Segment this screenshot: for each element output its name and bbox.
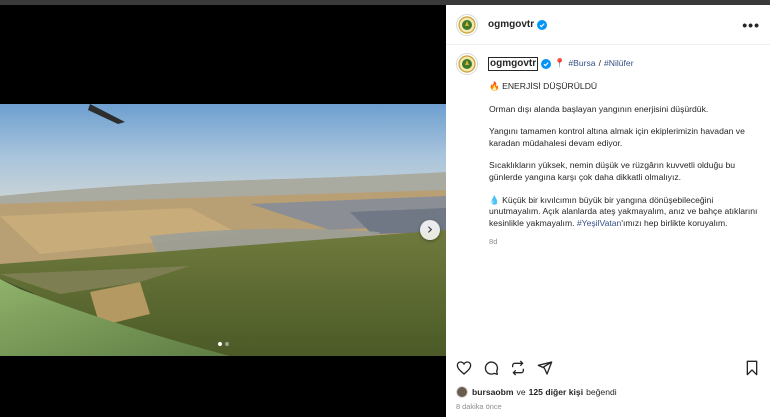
likes-count-link[interactable]: 125 diğer kişi bbox=[529, 387, 583, 397]
leaf-emoji-icon: 💧 bbox=[489, 194, 500, 205]
likes-suffix: beğendi bbox=[586, 387, 617, 397]
caption-header: ogmgovtr 📍 #Bursa / #Nilüfer bbox=[456, 53, 760, 75]
bookmark-icon[interactable] bbox=[744, 360, 760, 376]
carousel-dot bbox=[224, 342, 229, 346]
carousel-dots bbox=[0, 342, 446, 346]
repost-icon[interactable] bbox=[510, 360, 526, 376]
carousel-dot-active bbox=[217, 342, 222, 346]
likes-joiner: ve bbox=[516, 387, 526, 397]
profile-avatar[interactable] bbox=[456, 13, 478, 36]
verified-badge-icon bbox=[541, 59, 552, 69]
ogm-logo-icon bbox=[458, 15, 476, 34]
comment-icon[interactable] bbox=[483, 360, 499, 376]
likes-summary: bursaobm ve 125 diğer kişi beğendi bbox=[456, 386, 620, 398]
caption-username[interactable]: ogmgovtr bbox=[488, 57, 539, 71]
location-separator: / bbox=[598, 58, 601, 69]
caption-avatar[interactable] bbox=[456, 53, 478, 75]
pin-emoji-icon: 📍 bbox=[554, 58, 566, 69]
post-side-panel: ogmgovtr ••• ogmgovtr 📍 #Bursa / #Nilüfe… bbox=[446, 5, 770, 417]
caption-title-text: ENERJİSİ DÜŞÜRÜLDÜ bbox=[502, 81, 598, 91]
liker-avatar[interactable] bbox=[456, 386, 468, 398]
post-header: ogmgovtr ••• bbox=[446, 5, 770, 45]
carousel-next-button[interactable]: › bbox=[420, 220, 440, 240]
liker-username[interactable]: bursaobm bbox=[472, 387, 514, 397]
fire-emoji-icon: 🔥 bbox=[489, 81, 500, 91]
post-media: › bbox=[0, 5, 446, 417]
caption-title: 🔥 ENERJİSİ DÜŞÜRÜLDÜ bbox=[489, 81, 760, 93]
heart-icon[interactable] bbox=[456, 360, 472, 376]
post-timestamp[interactable]: 8 dakika önce bbox=[456, 402, 502, 411]
caption-body: 🔥 ENERJİSİ DÜŞÜRÜLDÜ Orman dışı alanda b… bbox=[489, 81, 760, 248]
more-options-icon[interactable]: ••• bbox=[742, 17, 760, 33]
hashtag-nilufer[interactable]: #Nilüfer bbox=[604, 58, 634, 70]
hashtag-bursa[interactable]: #Bursa bbox=[568, 58, 595, 70]
caption-paragraph: Sıcaklıkların yüksek, nemin düşük ve rüz… bbox=[489, 160, 736, 182]
final-paragraph-end: 'ımızı hep birlikte koruyalım. bbox=[621, 217, 728, 228]
post-photo bbox=[0, 104, 446, 356]
post-caption: ogmgovtr 📍 #Bursa / #Nilüfer 🔥 ENERJİSİ … bbox=[456, 53, 760, 248]
hashtag-yesilvatan[interactable]: #YeşilVatan bbox=[577, 218, 621, 228]
profile-username[interactable]: ogmgovtr bbox=[488, 19, 534, 30]
caption-paragraph-final: 💧 Küçük bir kıvılcımın büyük bir yangına… bbox=[489, 195, 760, 230]
caption-age[interactable]: 8d bbox=[489, 236, 760, 248]
ogm-logo-icon bbox=[458, 55, 476, 73]
caption-paragraph: Orman dışı alanda başlayan yangının ener… bbox=[489, 103, 709, 114]
verified-badge-icon bbox=[537, 19, 548, 30]
share-icon[interactable] bbox=[537, 360, 553, 376]
action-bar bbox=[456, 359, 760, 377]
caption-paragraph: Yangını tamamen kontrol altına almak içi… bbox=[489, 126, 745, 148]
